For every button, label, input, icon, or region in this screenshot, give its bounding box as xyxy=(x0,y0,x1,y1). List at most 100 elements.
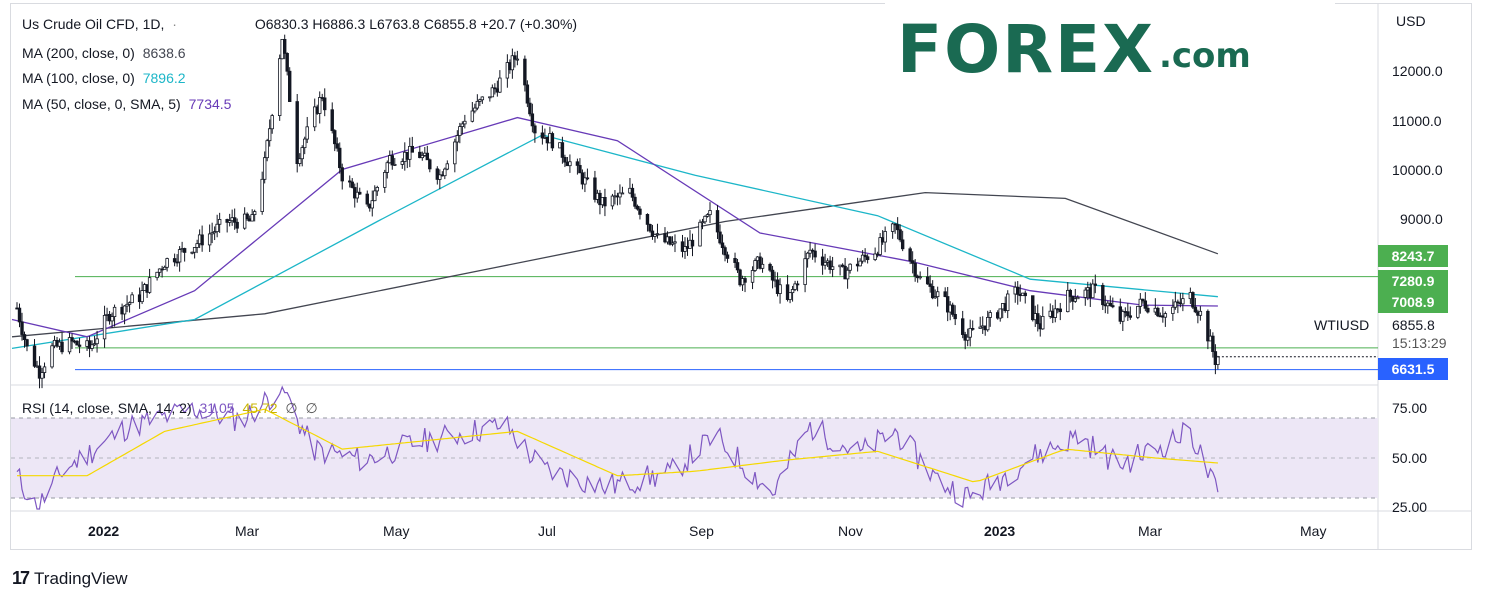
candle-body xyxy=(788,292,792,300)
candle-body xyxy=(262,157,267,180)
candle-body xyxy=(998,308,1002,319)
candle-body xyxy=(858,260,862,267)
candle xyxy=(453,138,457,173)
candle-body xyxy=(285,53,289,72)
candle-body xyxy=(303,138,307,149)
ma200-value: 8638.6 xyxy=(142,45,186,61)
candle-body xyxy=(620,192,625,195)
forex-logo: FOREX .com xyxy=(885,3,1335,95)
candle xyxy=(488,96,492,102)
candle-body xyxy=(803,258,807,285)
candle xyxy=(318,91,322,124)
candle-body xyxy=(393,163,397,166)
symbol-legend[interactable]: Us Crude Oil CFD, 1D, · O6830.3 H6886.3 … xyxy=(22,16,577,32)
candle-body xyxy=(918,276,922,279)
candle xyxy=(390,150,394,170)
candle-body xyxy=(1193,306,1198,313)
candle-body xyxy=(523,58,527,86)
candle xyxy=(498,70,502,94)
candle-body xyxy=(790,289,795,294)
candle-body xyxy=(22,334,27,341)
rsi-legend[interactable]: RSI (14, close, SMA, 14, 2) 31.05 45.72 … xyxy=(22,400,318,417)
candle xyxy=(1173,291,1178,310)
candle-body xyxy=(25,339,29,347)
ma100-legend[interactable]: MA (100, close, 0) 7896.2 xyxy=(22,70,186,86)
candle-body xyxy=(260,178,264,212)
ma50-line xyxy=(11,116,1218,338)
candle-body xyxy=(295,101,299,164)
candle xyxy=(883,226,887,253)
ma50-legend[interactable]: MA (50, close, 0, SMA, 5) 7734.5 xyxy=(22,96,231,112)
candle xyxy=(585,168,590,181)
level-box-8243[interactable]: 8243.7 xyxy=(1378,245,1448,267)
candle-body xyxy=(77,344,82,347)
candle-body xyxy=(525,84,530,104)
candle-body xyxy=(217,219,222,225)
candle-body xyxy=(645,213,650,225)
candle-body xyxy=(865,256,870,261)
candle xyxy=(998,308,1002,322)
candle-body xyxy=(265,140,269,159)
candle-body xyxy=(177,249,182,263)
candle-body xyxy=(908,248,912,262)
candle-body xyxy=(986,317,990,331)
candle-body xyxy=(753,260,757,271)
candle-body xyxy=(925,276,930,285)
time-tick-mar-2023: Mar xyxy=(1138,523,1163,539)
level-box-6631[interactable]: 6631.5 xyxy=(1378,358,1448,380)
candle xyxy=(250,209,254,222)
candle xyxy=(77,337,82,354)
last-price: 6855.8 xyxy=(1392,317,1435,333)
candle-body xyxy=(1111,305,1115,308)
candle-body xyxy=(743,278,747,283)
candle-body xyxy=(648,223,652,232)
candle xyxy=(313,98,317,132)
ma200-legend[interactable]: MA (200, close, 0) 8638.6 xyxy=(22,45,186,61)
ma50-value: 7734.5 xyxy=(188,96,232,112)
candle xyxy=(1053,299,1057,323)
candle-body xyxy=(750,270,755,283)
level-box-7280[interactable]: 7280.9 xyxy=(1378,270,1448,292)
candle-body xyxy=(720,242,725,249)
candle-body xyxy=(410,145,414,153)
candle xyxy=(1136,305,1140,320)
candle-body xyxy=(1163,313,1168,318)
candle-body xyxy=(1016,286,1020,295)
candle xyxy=(1163,311,1168,327)
candle xyxy=(510,48,515,79)
candle xyxy=(505,54,510,88)
candle-body xyxy=(338,147,342,169)
candle xyxy=(935,286,940,307)
candle-body xyxy=(913,262,917,277)
candle-body xyxy=(1023,292,1027,297)
candle xyxy=(708,202,712,223)
tradingview-footer[interactable]: 17 TradingView xyxy=(12,568,128,589)
candle xyxy=(207,224,212,252)
candle-body xyxy=(232,217,237,223)
candle-body xyxy=(578,165,582,174)
candle xyxy=(32,339,37,368)
candle-body xyxy=(428,159,432,170)
level-box-7008[interactable]: 7008.9 xyxy=(1378,291,1448,313)
candle xyxy=(480,96,485,104)
candle xyxy=(915,274,920,283)
currency-label: USD xyxy=(1396,13,1426,29)
candle-body xyxy=(1198,310,1203,316)
candle-body xyxy=(778,284,782,294)
time-tick-2022: 2022 xyxy=(88,523,120,539)
candle xyxy=(155,271,159,281)
time-tick-nov: Nov xyxy=(838,523,863,539)
price-tick-11000: 11000.0 xyxy=(1392,113,1442,129)
rsi-empty-1: ∅ xyxy=(285,400,298,416)
candle-body xyxy=(1128,315,1133,318)
candle-body xyxy=(277,58,282,116)
candle xyxy=(981,316,985,334)
candle-body xyxy=(70,337,74,342)
candle-body xyxy=(563,156,567,163)
candle-body xyxy=(733,258,737,263)
candle-body xyxy=(1126,311,1130,317)
candle xyxy=(698,219,702,247)
candle xyxy=(215,214,219,238)
candle xyxy=(828,255,832,274)
candle xyxy=(1041,306,1045,330)
